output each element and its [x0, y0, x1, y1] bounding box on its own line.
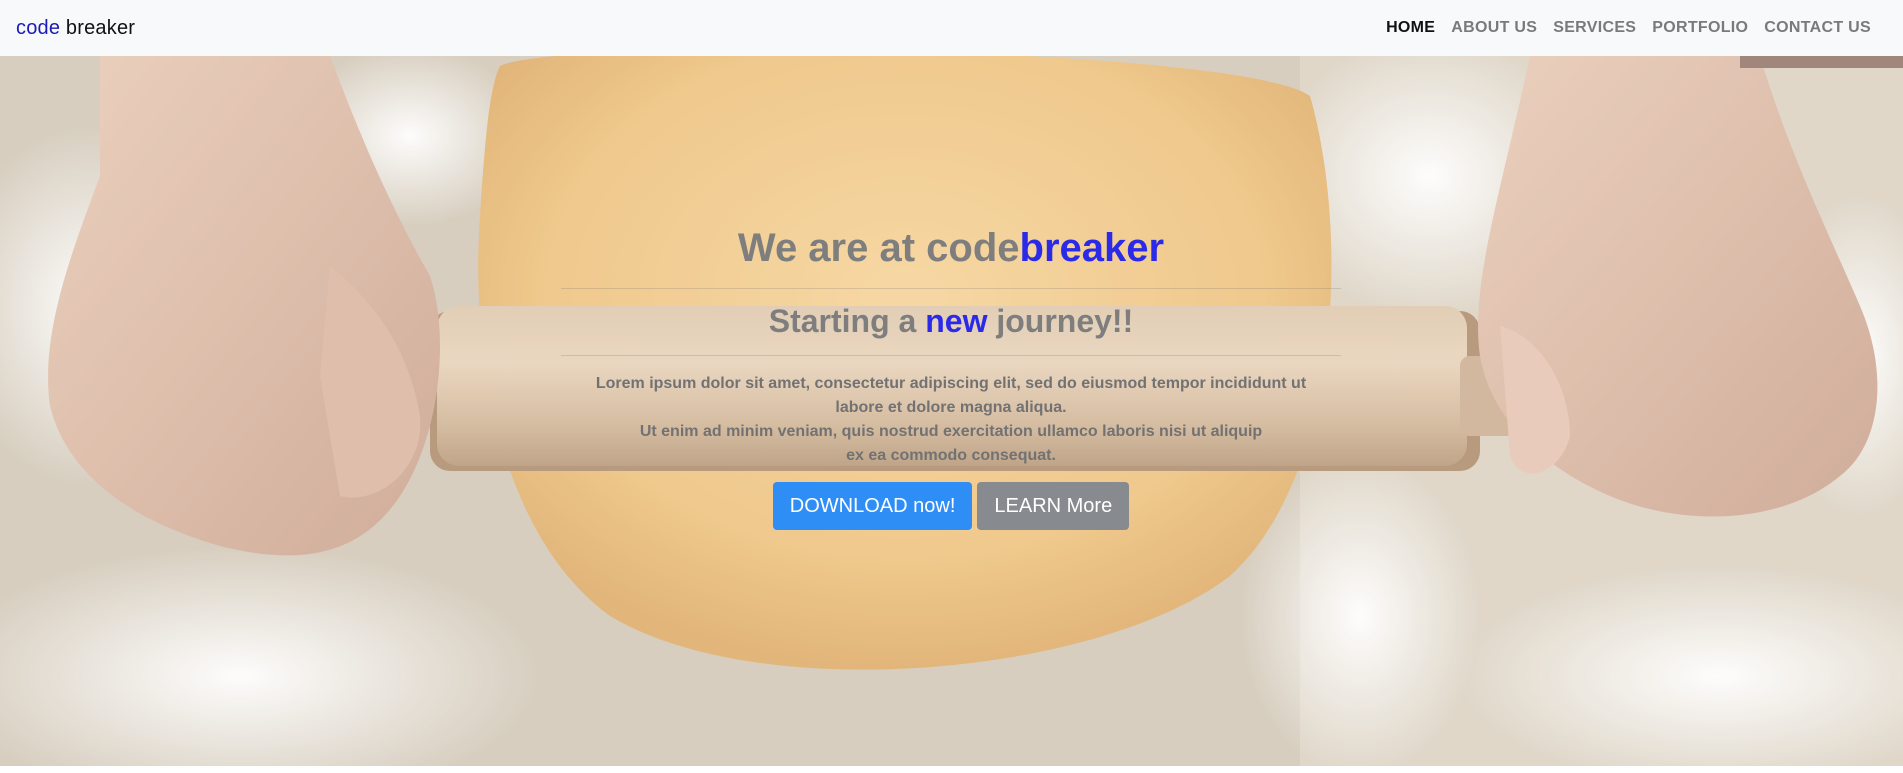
hero-subtitle-prefix: Starting a	[768, 303, 926, 339]
hero-paragraph-line: Ut enim ad minim veniam, quis nostrud ex…	[639, 423, 1263, 440]
hero-buttons: DOWNLOAD now! LEARN More	[561, 482, 1341, 530]
brand-logo[interactable]: code breaker	[16, 17, 135, 40]
nav-link-contact-us[interactable]: CONTACT US	[1756, 19, 1879, 37]
learn-more-button[interactable]: LEARN More	[977, 482, 1130, 530]
hero-title-prefix: We are at code	[737, 226, 1020, 270]
hero-subtitle-suffix: journey!!	[987, 303, 1134, 339]
hero-paragraph-line: ex ea commodo consequat.	[846, 447, 1056, 464]
hero-subtitle-accent: new	[925, 303, 988, 339]
navbar: code breaker HOME ABOUT US SERVICES PORT…	[0, 0, 1903, 56]
page-bottom	[0, 766, 1903, 773]
divider	[561, 355, 1341, 356]
nav-link-about-us[interactable]: ABOUT US	[1443, 19, 1545, 37]
hero-title: We are at codebreaker	[561, 224, 1341, 272]
hero-content: We are at codebreaker Starting a new jou…	[561, 224, 1341, 530]
divider	[561, 288, 1341, 289]
brand-breaker: breaker	[60, 16, 136, 39]
nav-links: HOME ABOUT US SERVICES PORTFOLIO CONTACT…	[1378, 19, 1879, 37]
hero-paragraph-line: Lorem ipsum dolor sit amet, consectetur …	[595, 375, 1307, 392]
hero-paragraph: Lorem ipsum dolor sit amet, consectetur …	[561, 372, 1341, 468]
nav-link-home[interactable]: HOME	[1378, 19, 1443, 37]
hero-title-accent: breaker	[1019, 226, 1165, 270]
download-button[interactable]: DOWNLOAD now!	[772, 482, 973, 530]
hero-section: We are at codebreaker Starting a new jou…	[0, 56, 1903, 766]
nav-link-portfolio[interactable]: PORTFOLIO	[1644, 19, 1756, 37]
hero-subtitle: Starting a new journey!!	[561, 301, 1341, 341]
brand-code: code	[16, 16, 61, 39]
nav-link-services[interactable]: SERVICES	[1545, 19, 1644, 37]
hero-paragraph-line: labore et dolore magna aliqua.	[835, 399, 1067, 416]
